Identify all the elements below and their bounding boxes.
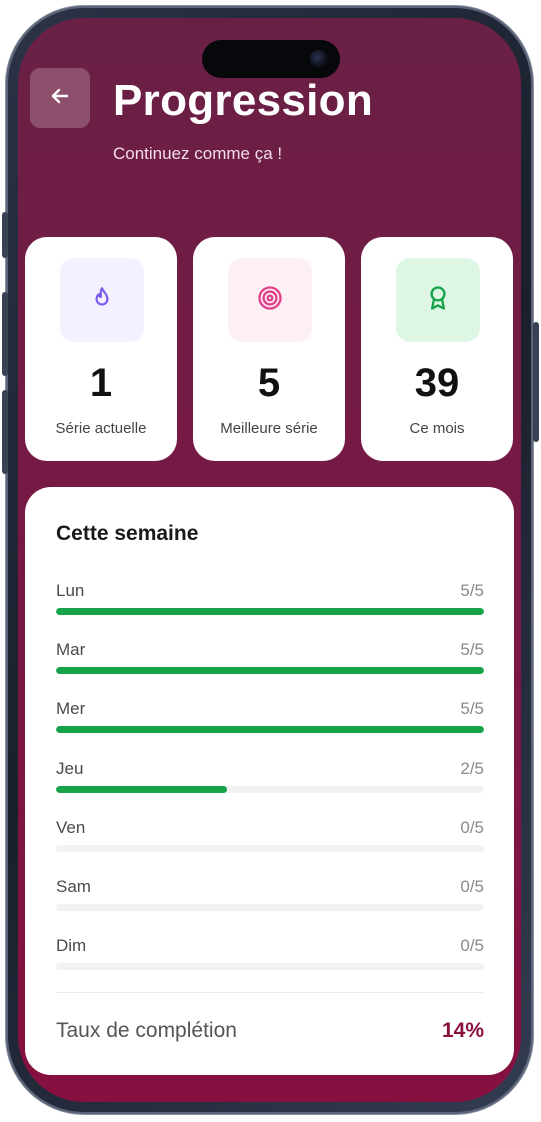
stat-card-this-month: 39 Ce mois — [361, 237, 513, 461]
day-name: Mar — [56, 640, 86, 659]
stat-card-current-streak: 1 Série actuelle — [25, 237, 177, 461]
stat-value: 39 — [414, 361, 460, 405]
volume-up-button — [2, 292, 8, 376]
completion-label: Taux de complétion — [56, 1019, 237, 1042]
completion-value: 14% — [441, 1019, 484, 1042]
stat-value: 1 — [89, 361, 113, 405]
day-progress-bar — [56, 963, 484, 970]
divider — [56, 992, 484, 993]
arrow-left-icon — [48, 84, 72, 113]
day-row-jeu: Jeu 2/5 — [56, 759, 484, 799]
day-progress-bar — [56, 904, 484, 911]
week-progress-card: Cette semaine Lun 5/5 Mar 5/5 Mer 5/5 Je… — [25, 487, 514, 1075]
action-button — [2, 212, 8, 258]
stat-icon-box — [396, 258, 480, 342]
page-title: Progression — [113, 76, 374, 125]
day-progress-fill — [56, 726, 484, 733]
stat-icon-box — [228, 258, 312, 342]
day-row-sam: Sam 0/5 — [56, 877, 484, 917]
day-count: 2/5 — [460, 759, 484, 778]
volume-down-button — [2, 390, 8, 474]
day-name: Mer — [56, 699, 86, 718]
flame-icon — [89, 285, 115, 316]
day-count: 0/5 — [460, 877, 484, 896]
day-progress-bar — [56, 845, 484, 852]
day-count: 5/5 — [460, 699, 484, 718]
day-count: 0/5 — [460, 936, 484, 955]
stat-label: Série actuelle — [55, 420, 147, 437]
stat-value: 5 — [257, 361, 281, 405]
day-row-lun: Lun 5/5 — [56, 581, 484, 621]
day-row-ven: Ven 0/5 — [56, 818, 484, 858]
day-progress-bar — [56, 726, 484, 733]
app-screen: Progression Continuez comme ça ! 1 Série… — [18, 18, 521, 1102]
day-progress-fill — [56, 786, 228, 793]
stat-icon-box — [60, 258, 144, 342]
day-name: Jeu — [56, 759, 84, 778]
day-row-dim: Dim 0/5 — [56, 936, 484, 976]
day-progress-bar — [56, 608, 484, 615]
page-subtitle: Continuez comme ça ! — [113, 144, 283, 163]
power-button — [533, 322, 539, 442]
front-camera — [310, 50, 328, 68]
day-progress-fill — [56, 667, 484, 674]
stat-card-best-streak: 5 Meilleure série — [193, 237, 345, 461]
day-count: 5/5 — [460, 581, 484, 600]
day-count: 0/5 — [460, 818, 484, 837]
day-name: Dim — [56, 936, 87, 955]
day-progress-fill — [56, 608, 484, 615]
target-icon — [256, 284, 284, 317]
day-progress-bar — [56, 786, 484, 793]
stat-label: Ce mois — [409, 420, 465, 437]
dynamic-island — [202, 40, 340, 78]
day-count: 5/5 — [460, 640, 484, 659]
week-title: Cette semaine — [56, 522, 199, 545]
day-name: Lun — [56, 581, 85, 600]
day-row-mer: Mer 5/5 — [56, 699, 484, 739]
day-name: Sam — [56, 877, 91, 896]
day-name: Ven — [56, 818, 86, 837]
award-icon — [424, 284, 452, 317]
stat-label: Meilleure série — [220, 420, 318, 437]
back-button[interactable] — [30, 68, 90, 128]
day-row-mar: Mar 5/5 — [56, 640, 484, 680]
day-progress-bar — [56, 667, 484, 674]
